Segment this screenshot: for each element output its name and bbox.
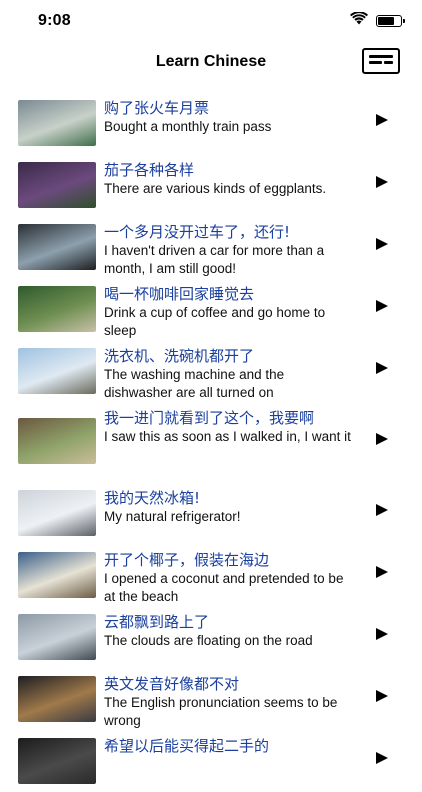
play-icon[interactable] (376, 362, 388, 374)
lesson-chinese-text: 一个多月没开过车了，还行! (104, 223, 291, 241)
lesson-text: 云都飘到路上了 The clouds are floating on the r… (104, 612, 352, 650)
play-icon[interactable] (376, 176, 388, 188)
lesson-text: 一个多月没开过车了，还行! I haven't driven a car for… (104, 222, 352, 278)
lesson-chinese-text: 英文发音好像都不对 (104, 675, 240, 693)
page-title: Learn Chinese (155, 53, 267, 70)
lesson-row[interactable]: 洗衣机、洗碗机都开了 The washing machine and the d… (0, 340, 422, 402)
lesson-text: 洗衣机、洗碗机都开了 The washing machine and the d… (104, 346, 352, 402)
lesson-english-text: Drink a cup of coffee and go home to sle… (104, 305, 326, 338)
lesson-thumbnail (18, 286, 96, 332)
wifi-icon (350, 11, 368, 30)
card-menu-icon[interactable] (362, 48, 400, 74)
lesson-chinese-text: 洗衣机、洗碗机都开了 (104, 347, 255, 365)
lesson-text: 茄子各种各样 There are various kinds of eggpla… (104, 160, 352, 198)
lesson-thumbnail (18, 490, 96, 536)
lesson-text: 购了张火车月票 Bought a monthly train pass (104, 98, 352, 136)
lesson-thumbnail (18, 676, 96, 722)
play-icon[interactable] (376, 628, 388, 640)
card-menu-line (369, 55, 393, 58)
lesson-english-text: Bought a monthly train pass (104, 119, 272, 134)
lesson-row[interactable]: 一个多月没开过车了，还行! I haven't driven a car for… (0, 216, 422, 278)
lesson-english-text: The washing machine and the dishwasher a… (104, 367, 285, 400)
lesson-english-text: I saw this as soon as I walked in, I wan… (104, 429, 351, 444)
lesson-row[interactable]: 我的天然冰箱! My natural refrigerator! (0, 482, 422, 544)
lesson-chinese-text: 我的天然冰箱! (104, 489, 201, 507)
lesson-list: 购了张火车月票 Bought a monthly train pass 茄子各种… (0, 92, 422, 792)
lesson-english-text: My natural refrigerator! (104, 509, 241, 524)
play-icon[interactable] (376, 300, 388, 312)
card-menu-line (384, 61, 393, 64)
lesson-english-text: I opened a coconut and pretended to be a… (104, 571, 344, 604)
play-icon[interactable] (376, 433, 388, 445)
status-bar: 9:08 (0, 0, 422, 44)
lesson-thumbnail (18, 100, 96, 146)
lesson-row[interactable]: 喝一杯咖啡回家睡觉去 Drink a cup of coffee and go … (0, 278, 422, 340)
play-icon[interactable] (376, 566, 388, 578)
battery-icon (376, 15, 405, 27)
lesson-text: 希望以后能买得起二手的 (104, 736, 352, 756)
play-icon[interactable] (376, 238, 388, 250)
lesson-text: 我的天然冰箱! My natural refrigerator! (104, 488, 352, 526)
lesson-thumbnail (18, 162, 96, 208)
lesson-text: 开了个椰子，假装在海边 I opened a coconut and prete… (104, 550, 352, 606)
lesson-text: 英文发音好像都不对 The English pronunciation seem… (104, 674, 352, 730)
lesson-chinese-text: 喝一杯咖啡回家睡觉去 (104, 285, 255, 303)
lesson-chinese-text: 开了个椰子，假装在海边 (104, 551, 270, 569)
lesson-english-text: There are various kinds of eggplants. (104, 181, 327, 196)
lesson-chinese-text: 希望以后能买得起二手的 (104, 737, 270, 755)
lesson-thumbnail (18, 552, 96, 598)
lesson-english-text: The clouds are floating on the road (104, 633, 313, 648)
lesson-row[interactable]: 希望以后能买得起二手的 (0, 730, 422, 792)
lesson-row[interactable]: 我一进门就看到了这个，我要啊 I saw this as soon as I w… (0, 402, 422, 482)
lesson-thumbnail (18, 614, 96, 660)
play-icon[interactable] (376, 752, 388, 764)
status-time: 9:08 (38, 12, 71, 29)
card-menu-line (369, 61, 382, 64)
lesson-text: 我一进门就看到了这个，我要啊 I saw this as soon as I w… (104, 408, 352, 446)
play-icon[interactable] (376, 114, 388, 126)
status-icons (350, 11, 405, 30)
lesson-chinese-text: 云都飘到路上了 (104, 613, 210, 631)
play-icon[interactable] (376, 504, 388, 516)
lesson-row[interactable]: 英文发音好像都不对 The English pronunciation seem… (0, 668, 422, 730)
battery-level (378, 17, 394, 25)
lesson-row[interactable]: 购了张火车月票 Bought a monthly train pass (0, 92, 422, 154)
lesson-thumbnail (18, 348, 96, 394)
lesson-english-text: I haven't driven a car for more than a m… (104, 243, 325, 276)
lesson-row[interactable]: 开了个椰子，假装在海边 I opened a coconut and prete… (0, 544, 422, 606)
play-icon[interactable] (376, 690, 388, 702)
lesson-chinese-text: 茄子各种各样 (104, 161, 195, 179)
lesson-text: 喝一杯咖啡回家睡觉去 Drink a cup of coffee and go … (104, 284, 352, 340)
lesson-thumbnail (18, 418, 96, 464)
lesson-thumbnail (18, 224, 96, 270)
lesson-english-text: The English pronunciation seems to be wr… (104, 695, 338, 728)
nav-bar: Learn Chinese (0, 44, 422, 88)
lesson-row[interactable]: 茄子各种各样 There are various kinds of eggpla… (0, 154, 422, 216)
lesson-row[interactable]: 云都飘到路上了 The clouds are floating on the r… (0, 606, 422, 668)
lesson-chinese-text: 我一进门就看到了这个，我要啊 (104, 409, 315, 427)
lesson-thumbnail (18, 738, 96, 784)
lesson-chinese-text: 购了张火车月票 (104, 99, 210, 117)
